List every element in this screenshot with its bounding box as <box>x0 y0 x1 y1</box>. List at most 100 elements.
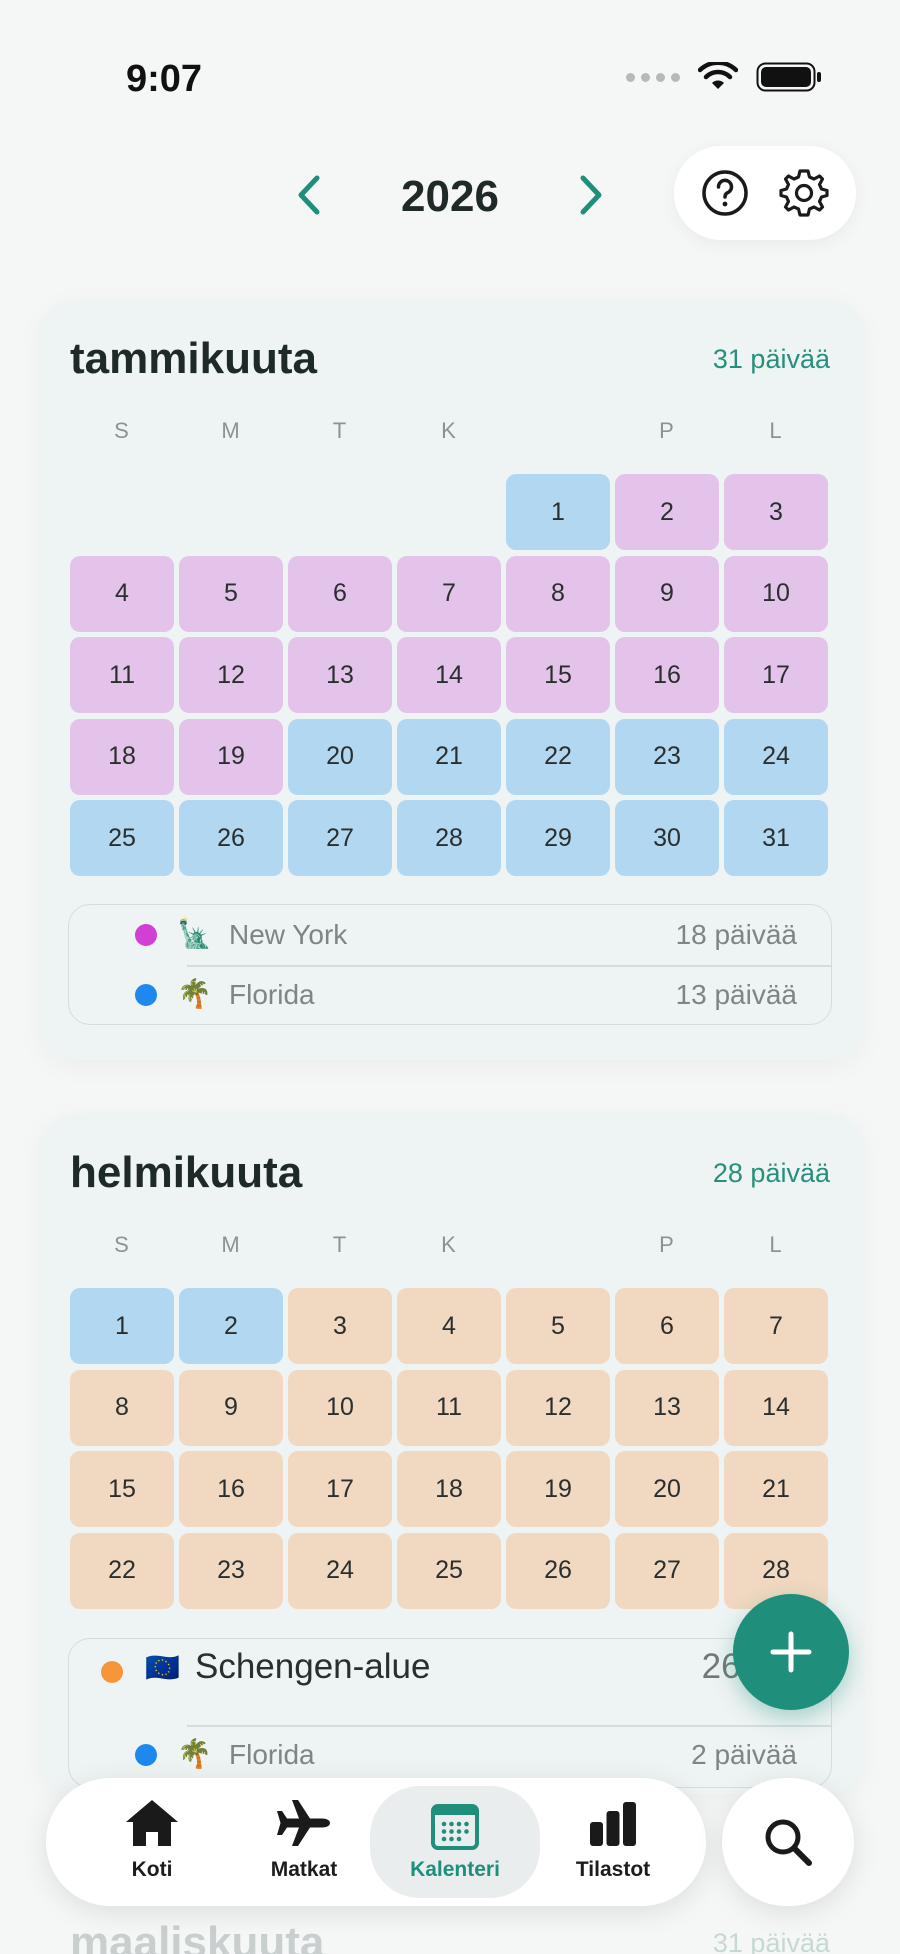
weekday-header: S M T K P L <box>70 1232 830 1262</box>
tab-home[interactable]: Koti <box>77 1792 227 1892</box>
month-title: maaliskuuta <box>70 1918 325 1954</box>
month-title: helmikuuta <box>70 1148 303 1197</box>
tab-statistics[interactable]: Tilastot <box>538 1792 688 1892</box>
calendar-grid: 1 2 3 4 5 6 7 8 9 10 11 12 13 14 15 16 17 18 19 20 21 22 23 24 2… <box>70 1288 830 1609</box>
calendar-day[interactable]: 11 <box>70 637 174 713</box>
calendar-day[interactable]: 30 <box>615 800 719 876</box>
help-icon[interactable] <box>699 167 751 219</box>
calendar-day[interactable]: 28 <box>397 800 501 876</box>
calendar-day[interactable]: 20 <box>615 1451 719 1527</box>
wifi-icon <box>698 62 738 89</box>
search-button[interactable] <box>722 1778 854 1906</box>
calendar-day[interactable]: 1 <box>70 1288 174 1364</box>
calendar-day[interactable]: 23 <box>179 1532 283 1609</box>
calendar-day[interactable]: 14 <box>724 1369 828 1446</box>
calendar-day[interactable]: 23 <box>615 718 719 795</box>
calendar-day[interactable]: 19 <box>179 718 283 795</box>
calendar-day[interactable]: 8 <box>70 1369 174 1446</box>
tab-trips[interactable]: Matkat <box>229 1792 379 1892</box>
calendar-grid: 1 2 3 4 5 6 7 8 9 10 11 12 13 14 15 16 17 18 19 20 21 22 23 24 2… <box>70 474 830 876</box>
calendar-day[interactable]: 7 <box>724 1288 828 1364</box>
calendar-day[interactable]: 20 <box>288 718 392 795</box>
tab-calendar[interactable]: Kalenteri <box>370 1786 540 1898</box>
weekday-label: K <box>441 418 457 443</box>
calendar-day[interactable]: 12 <box>179 637 283 713</box>
calendar-day[interactable]: 12 <box>506 1369 610 1446</box>
calendar-day[interactable]: 2 <box>615 474 719 550</box>
calendar-day[interactable]: 5 <box>179 555 283 632</box>
tab-label: Matkat <box>270 1858 338 1881</box>
month-card-february: helmikuuta 28 päivää S M T K P L 1234567… <box>40 1114 864 1794</box>
calendar-day[interactable]: 9 <box>179 1369 283 1446</box>
eu-flag-icon: 🇪🇺 <box>145 1652 180 1683</box>
calendar-day[interactable]: 22 <box>506 718 610 795</box>
calendar-day[interactable]: 24 <box>288 1532 392 1609</box>
legend-days: 2 päivää <box>691 1739 797 1770</box>
weekday-label: S <box>114 418 130 443</box>
calendar-day[interactable]: 22 <box>70 1532 174 1609</box>
calendar-day[interactable]: 16 <box>615 637 719 713</box>
calendar-day[interactable]: 26 <box>506 1532 610 1609</box>
search-icon <box>765 1819 812 1866</box>
bar-chart-icon <box>590 1802 636 1846</box>
calendar-day[interactable]: 17 <box>288 1451 392 1527</box>
calendar-day[interactable]: 21 <box>397 718 501 795</box>
calendar-day[interactable]: 25 <box>70 800 174 876</box>
calendar-day[interactable]: 9 <box>615 555 719 632</box>
calendar-day[interactable]: 15 <box>506 637 610 713</box>
calendar-day[interactable]: 3 <box>724 474 828 550</box>
calendar-day[interactable]: 31 <box>724 800 828 876</box>
calendar-day[interactable]: 27 <box>288 800 392 876</box>
month-legend: 🇪🇺 Schengen-alue 26 päi 🌴 Florida 2 päiv… <box>68 1638 832 1788</box>
calendar-day[interactable]: 8 <box>506 555 610 632</box>
calendar-day[interactable]: 18 <box>397 1451 501 1527</box>
calendar-day[interactable]: 19 <box>506 1451 610 1527</box>
legend-item[interactable]: 🌴 Florida 13 päivää <box>69 965 831 1025</box>
legend-color-dot <box>135 984 157 1006</box>
calendar-day[interactable]: 14 <box>397 637 501 713</box>
calendar-day[interactable]: 6 <box>615 1288 719 1364</box>
airplane-icon <box>277 1800 330 1846</box>
weekday-header: S M T K P L <box>70 418 830 448</box>
calendar-day[interactable]: 10 <box>288 1369 392 1446</box>
calendar-day[interactable]: 10 <box>724 555 828 632</box>
tab-bar: Koti Matkat Kalenteri Tilastot <box>46 1778 706 1906</box>
calendar-day[interactable]: 13 <box>288 637 392 713</box>
calendar-day[interactable]: 15 <box>70 1451 174 1527</box>
previous-year-button[interactable] <box>285 170 335 220</box>
month-card-march: maaliskuuta 31 päivää <box>40 1900 864 1954</box>
calendar-day[interactable]: 6 <box>288 555 392 632</box>
calendar-day[interactable]: 2 <box>179 1288 283 1364</box>
calendar-day[interactable]: 18 <box>70 718 174 795</box>
weekday-label: L <box>769 418 783 443</box>
calendar-day[interactable]: 1 <box>506 474 610 550</box>
calendar-day[interactable]: 27 <box>615 1532 719 1609</box>
calendar-day[interactable]: 3 <box>288 1288 392 1364</box>
calendar-day[interactable]: 21 <box>724 1451 828 1527</box>
calendar-day[interactable]: 26 <box>179 800 283 876</box>
calendar-day[interactable]: 7 <box>397 555 501 632</box>
legend-color-dot <box>101 1661 123 1683</box>
calendar-day[interactable]: 25 <box>397 1532 501 1609</box>
add-trip-button[interactable] <box>733 1594 849 1710</box>
legend-item[interactable]: 🇪🇺 Schengen-alue 26 päi <box>69 1639 831 1725</box>
calendar-day[interactable]: 16 <box>179 1451 283 1527</box>
weekday-label: M <box>221 418 241 443</box>
calendar-day[interactable]: 17 <box>724 637 828 713</box>
calendar-day[interactable]: 29 <box>506 800 610 876</box>
gear-icon[interactable] <box>777 166 831 220</box>
cellular-signal-icon <box>626 72 680 82</box>
palm-tree-icon: 🌴 <box>177 1738 212 1769</box>
calendar-day[interactable]: 24 <box>724 718 828 795</box>
palm-tree-icon: 🌴 <box>177 978 212 1009</box>
calendar-day[interactable]: 13 <box>615 1369 719 1446</box>
calendar-day[interactable]: 4 <box>397 1288 501 1364</box>
legend-item[interactable]: 🗽 New York 18 päivää <box>69 905 831 965</box>
calendar-day[interactable]: 5 <box>506 1288 610 1364</box>
next-year-button[interactable] <box>565 170 615 220</box>
legend-item[interactable]: 🌴 Florida 2 päivää <box>69 1725 831 1785</box>
calendar-day[interactable]: 11 <box>397 1369 501 1446</box>
legend-days: 18 päivää <box>675 919 797 950</box>
calendar-day[interactable]: 4 <box>70 555 174 632</box>
statue-of-liberty-icon: 🗽 <box>177 918 212 949</box>
